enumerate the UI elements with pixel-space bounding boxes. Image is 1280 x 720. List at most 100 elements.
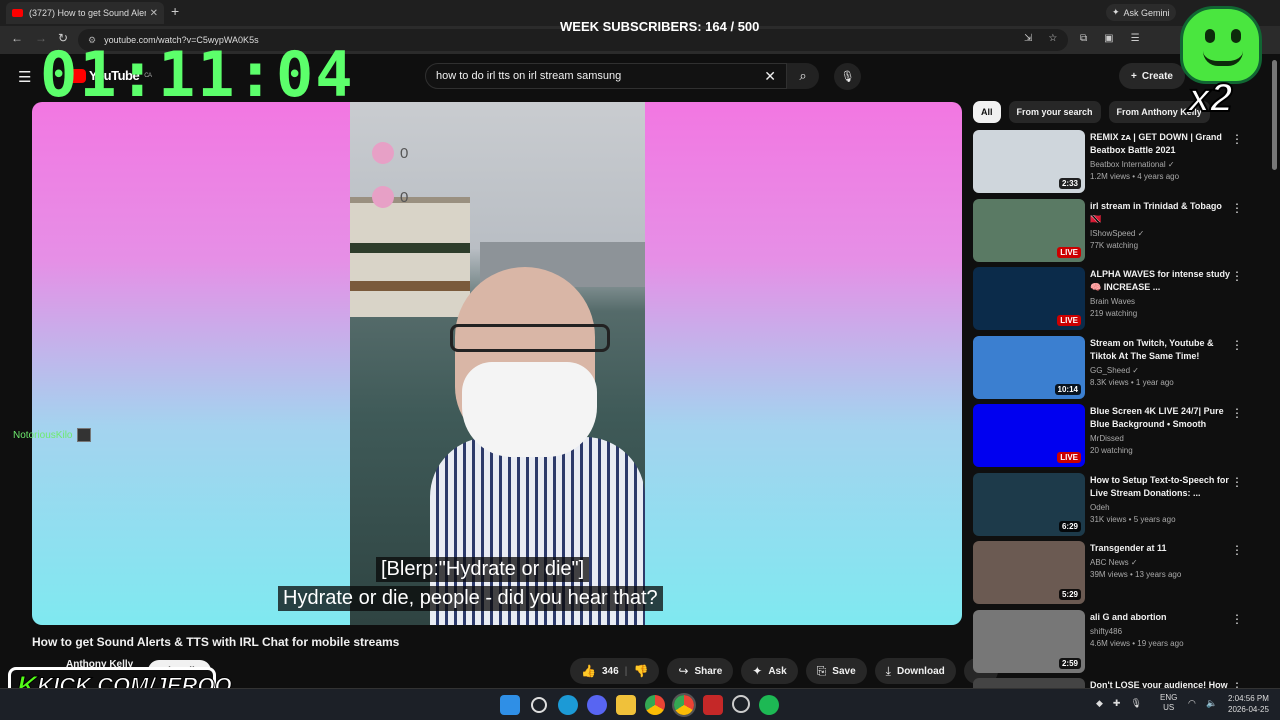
video-player[interactable]: 0 0 [Blerp:"Hydrate or die"] Hydrate or … xyxy=(32,102,962,625)
new-tab-icon[interactable]: + xyxy=(171,3,179,19)
week-subscribers-counter: WEEK SUBSCRIBERS: 164 / 500 xyxy=(560,19,760,34)
app-icon[interactable] xyxy=(703,695,723,715)
scrollbar[interactable] xyxy=(1272,60,1277,170)
ask-gemini-button[interactable]: ✦ Ask Gemini xyxy=(1106,4,1176,21)
recommendation-item[interactable]: LIVE ALPHA WAVES for intense study 🧠 INCR… xyxy=(973,267,1253,336)
recommendation-item[interactable]: 6:29 How to Setup Text-to-Speech for Live… xyxy=(973,472,1253,542)
recommendation-title[interactable]: Stream on Twitch, Youtube & Tiktok At Th… xyxy=(1090,337,1230,363)
recommendation-channel[interactable]: shifty486 xyxy=(1090,627,1230,636)
tray-app-icon[interactable]: ◆ xyxy=(1096,698,1103,709)
browser-tab[interactable]: (3727) How to get Sound Alerts & TTS ✕ xyxy=(6,2,164,24)
recommendation-channel[interactable]: Odeh xyxy=(1090,503,1230,512)
chip-all[interactable]: All xyxy=(973,101,1001,123)
start-windows-icon[interactable] xyxy=(500,695,520,715)
more-vertical-icon[interactable]: ⋮ xyxy=(1231,543,1243,557)
more-vertical-icon[interactable]: ⋮ xyxy=(1231,201,1243,215)
search-button[interactable]: ⌕ xyxy=(787,63,819,89)
recommendation-title[interactable]: Blue Screen 4K LIVE 24/7| Pure Blue Back… xyxy=(1090,405,1230,431)
counter-donut: 0 xyxy=(372,186,408,208)
bookmark-icon: ⎘ xyxy=(816,663,827,678)
recommendation-item[interactable]: 10:14 Stream on Twitch, Youtube & Tiktok … xyxy=(973,335,1253,405)
bookmark-star-icon[interactable]: ☆ xyxy=(1048,33,1057,44)
wifi-icon[interactable]: ◠ xyxy=(1188,698,1196,709)
recommendation-channel[interactable]: IShowSpeed ✓ xyxy=(1090,229,1230,238)
duration-badge: 2:59 xyxy=(1058,657,1081,669)
recommendation-title[interactable]: ali G and abortion xyxy=(1090,611,1230,624)
install-app-icon[interactable]: ⇲ xyxy=(1024,33,1032,44)
microphone-icon: 🎙 xyxy=(840,71,855,83)
duration-badge: 6:29 xyxy=(1058,520,1081,532)
recommendation-item[interactable]: 2:33 REMIX ᴢᴀ | GET DOWN | Grand Beatbox … xyxy=(973,130,1253,199)
file-explorer-icon[interactable] xyxy=(616,695,636,715)
video-thumbnail[interactable]: 5:29 xyxy=(973,541,1085,604)
more-vertical-icon[interactable]: ⋮ xyxy=(1231,612,1243,626)
mic-tray-icon[interactable]: 🎙 xyxy=(1130,698,1141,709)
recommendation-meta: 31K views • 5 years ago xyxy=(1090,514,1176,524)
lang-region: US xyxy=(1163,703,1175,712)
like-button[interactable]: 👍 346 | 👎 xyxy=(570,658,660,684)
search-input[interactable]: how to do irl tts on irl stream samsung … xyxy=(425,63,787,89)
more-vertical-icon[interactable]: ⋮ xyxy=(1231,406,1243,420)
input-language[interactable]: ENG US xyxy=(1160,693,1177,713)
recommendation-item[interactable]: 2:59 ali G and abortion shifty486 4.6M view… xyxy=(973,609,1253,679)
tab-search-icon[interactable]: ▣ xyxy=(1104,33,1113,44)
edge-icon[interactable] xyxy=(558,695,578,715)
tray-app-2-icon[interactable]: ✚ xyxy=(1113,698,1121,709)
close-tab-icon[interactable]: ✕ xyxy=(150,8,158,19)
recommendations-list: 2:33 REMIX ᴢᴀ | GET DOWN | Grand Beatbox … xyxy=(973,130,1253,720)
recommendation-title[interactable]: Transgender at 11 xyxy=(1090,542,1230,555)
ask-label: Ask xyxy=(768,665,787,677)
save-button[interactable]: ⎘ Save xyxy=(805,658,867,684)
recommendation-channel[interactable]: Brain Waves xyxy=(1090,297,1230,306)
volume-icon[interactable]: 🔈 xyxy=(1206,698,1217,709)
reading-list-icon[interactable]: ☰ xyxy=(1131,33,1140,44)
chat-message: NotoriousKilo xyxy=(13,428,92,442)
video-thumbnail[interactable]: LIVE xyxy=(973,198,1085,262)
recommendation-channel[interactable]: MrDissed xyxy=(1090,434,1230,443)
obs-icon[interactable] xyxy=(732,695,750,713)
video-thumbnail[interactable]: 2:59 xyxy=(973,609,1085,673)
download-button[interactable]: ⤓ Download xyxy=(874,658,956,684)
recommendation-title[interactable]: ALPHA WAVES for intense study 🧠 INCREASE… xyxy=(1090,268,1230,294)
recommendation-channel[interactable]: GG_Sheed ✓ xyxy=(1090,366,1230,375)
create-button[interactable]: + Create xyxy=(1119,63,1185,89)
video-thumbnail[interactable]: 2:33 xyxy=(973,130,1085,193)
video-thumbnail[interactable]: LIVE xyxy=(973,267,1085,330)
recommendation-title[interactable]: irl stream in Trinidad & Tobago 🇹🇹 xyxy=(1090,200,1230,226)
more-vertical-icon[interactable]: ⋮ xyxy=(1231,132,1243,146)
clear-search-icon[interactable]: ✕ xyxy=(764,68,776,85)
chrome-active-icon[interactable] xyxy=(672,693,696,717)
voice-search-button[interactable]: 🎙 xyxy=(834,63,861,90)
chip-from-search[interactable]: From your search xyxy=(1008,101,1101,123)
recommendation-item[interactable]: 5:29 Transgender at 11 ABC News ✓ 39M views… xyxy=(973,541,1253,610)
spotify-icon[interactable] xyxy=(759,695,779,715)
recommendation-meta: 39M views • 13 years ago xyxy=(1090,570,1182,579)
share-button[interactable]: ↪ Share xyxy=(667,658,734,684)
recommendation-title[interactable]: How to Setup Text-to-Speech for Live Str… xyxy=(1090,474,1230,500)
video-thumbnail[interactable]: LIVE xyxy=(973,404,1085,467)
search-taskbar-icon[interactable] xyxy=(531,697,547,713)
counter-donut-value: 0 xyxy=(400,188,409,206)
recommendation-item[interactable]: LIVE irl stream in Trinidad & Tobago 🇹🇹 IS… xyxy=(973,198,1253,268)
video-thumbnail[interactable]: 10:14 xyxy=(973,335,1085,399)
recommendation-item[interactable]: LIVE Blue Screen 4K LIVE 24/7| Pure Blue … xyxy=(973,404,1253,473)
thumbs-down-icon[interactable]: 👎 xyxy=(633,664,648,678)
recommendation-channel[interactable]: Beatbox International ✓ xyxy=(1090,160,1230,169)
recommendation-channel[interactable]: ABC News ✓ xyxy=(1090,558,1230,567)
more-vertical-icon[interactable]: ⋮ xyxy=(1231,269,1243,283)
chat-avatar xyxy=(77,428,92,442)
recommendation-title[interactable]: REMIX ᴢᴀ | GET DOWN | Grand Beatbox Batt… xyxy=(1090,131,1230,157)
plus-icon: + xyxy=(1131,70,1137,82)
video-thumbnail[interactable]: 6:29 xyxy=(973,472,1085,536)
back-arrow-icon[interactable]: ← xyxy=(11,31,23,45)
video-actions: 👍 346 | 👎 ↪ Share ✦ Ask ⎘ Save ⤓ Downloa… xyxy=(570,658,998,684)
more-vertical-icon[interactable]: ⋮ xyxy=(1231,475,1243,489)
ask-button[interactable]: ✦ Ask xyxy=(741,658,798,684)
discord-icon[interactable] xyxy=(587,695,607,715)
chrome-icon[interactable] xyxy=(645,695,665,715)
menu-hamburger-icon[interactable]: ☰ xyxy=(18,68,31,86)
more-vertical-icon[interactable]: ⋮ xyxy=(1231,338,1243,352)
extensions-icon[interactable]: ⧉ xyxy=(1080,33,1087,44)
video-title: How to get Sound Alerts & TTS with IRL C… xyxy=(32,635,400,649)
system-clock[interactable]: 2:04:56 PM 2026-04-25 xyxy=(1228,693,1269,715)
